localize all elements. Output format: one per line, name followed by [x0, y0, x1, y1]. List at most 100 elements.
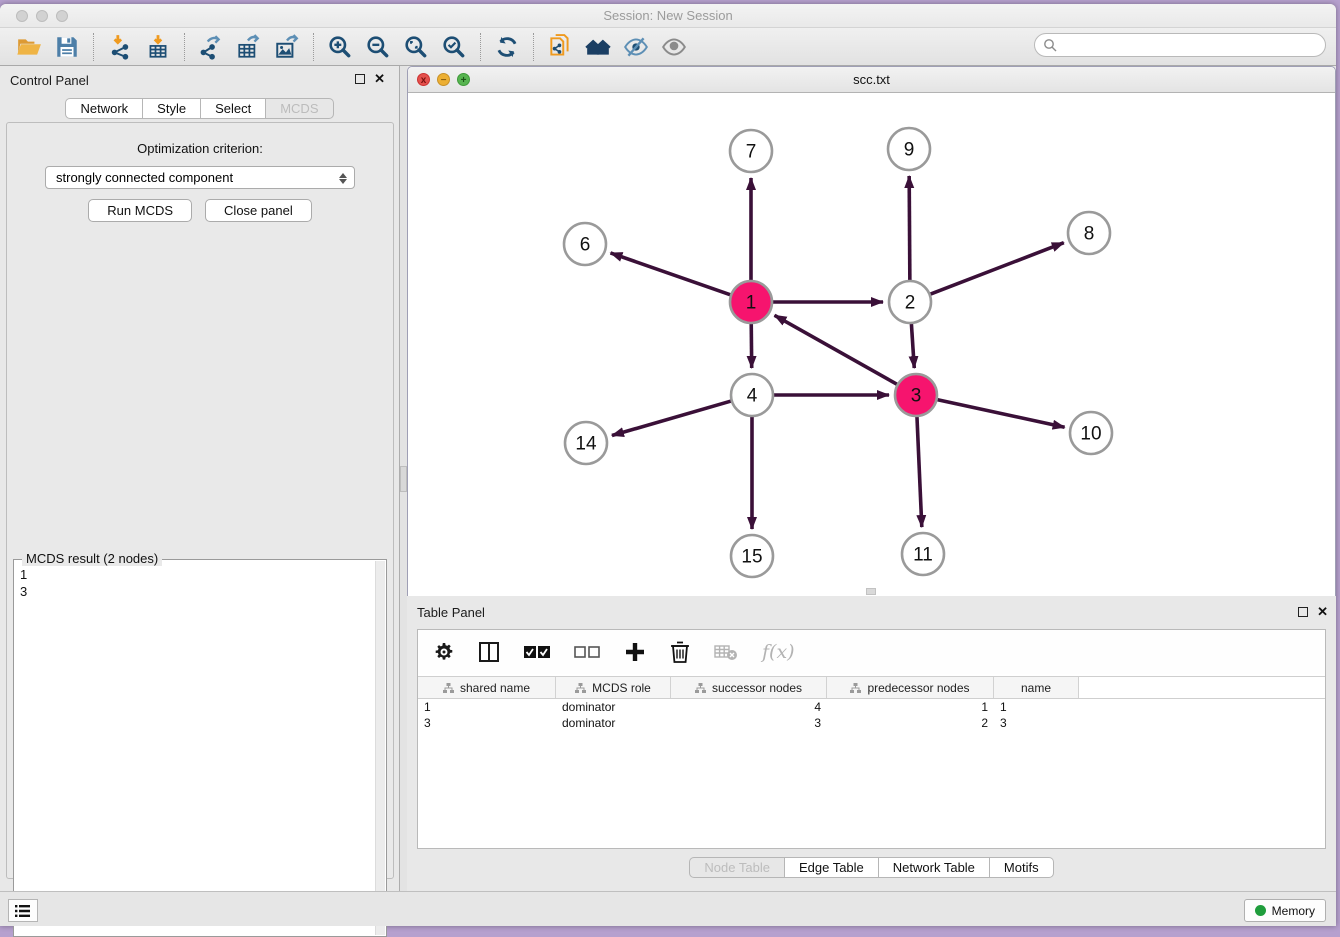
tab-motifs[interactable]: Motifs: [990, 857, 1054, 878]
edge-4-14[interactable]: [612, 401, 732, 436]
node-label-15: 15: [741, 547, 762, 568]
toolbar-separator: [533, 33, 534, 61]
network-window-titlebar[interactable]: x − + scc.txt: [408, 67, 1335, 93]
zoom-out-icon[interactable]: [359, 31, 397, 63]
close-panel-button[interactable]: Close panel: [205, 199, 312, 222]
tab-style[interactable]: Style: [143, 98, 201, 119]
table-toolbar: f(x): [418, 630, 1325, 674]
column-header-MCDS-role[interactable]: MCDS role: [556, 677, 671, 698]
export-network-icon[interactable]: [192, 31, 230, 63]
float-table-panel-icon[interactable]: [1298, 607, 1308, 617]
cell-name[interactable]: 1: [994, 699, 1079, 715]
float-panel-icon[interactable]: [355, 74, 365, 84]
node-label-8: 8: [1084, 224, 1095, 245]
column-header-shared-name[interactable]: shared name: [418, 677, 556, 698]
toolbar-separator: [480, 33, 481, 61]
copy-network-icon[interactable]: [541, 31, 579, 63]
search-box[interactable]: [1034, 33, 1326, 57]
zoom-fit-icon[interactable]: [397, 31, 435, 63]
import-table-icon[interactable]: [139, 31, 177, 63]
edge-2-3[interactable]: [911, 323, 914, 368]
table-row[interactable]: 1dominator411: [418, 699, 1325, 715]
search-input[interactable]: [1057, 38, 1307, 52]
titlebar: Session: New Session: [0, 4, 1336, 28]
hide-eye-icon[interactable]: [617, 31, 655, 63]
column-header-name[interactable]: name: [994, 677, 1079, 698]
cell-MCDS-role[interactable]: dominator: [556, 715, 671, 731]
node-label-14: 14: [575, 434, 597, 455]
edge-3-11[interactable]: [917, 416, 922, 527]
mcds-result-text[interactable]: 1 3: [14, 562, 374, 936]
toolbar-separator: [184, 33, 185, 61]
node-label-4: 4: [747, 386, 758, 407]
run-mcds-button[interactable]: Run MCDS: [88, 199, 192, 222]
node-label-11: 11: [913, 545, 933, 566]
optimization-criterion-label: Optimization criterion:: [7, 141, 393, 156]
cell-predecessor-nodes[interactable]: 2: [827, 715, 994, 731]
network-window-title: scc.txt: [408, 72, 1335, 87]
close-panel-icon[interactable]: ✕: [374, 71, 385, 87]
edge-3-1[interactable]: [775, 315, 898, 384]
edge-3-10[interactable]: [937, 399, 1065, 427]
zoom-selected-icon[interactable]: [435, 31, 473, 63]
main-toolbar: [0, 28, 1336, 66]
close-table-panel-icon[interactable]: ✕: [1317, 604, 1328, 620]
add-column-icon[interactable]: [624, 641, 646, 663]
node-label-7: 7: [746, 142, 757, 163]
node-table-container: f(x) shared nameMCDS rolesuccessor nodes…: [417, 629, 1326, 849]
node-label-6: 6: [580, 235, 591, 256]
show-columns-icon[interactable]: [478, 641, 500, 663]
export-table-icon[interactable]: [230, 31, 268, 63]
search-icon: [1043, 38, 1057, 52]
tab-mcds[interactable]: MCDS: [266, 98, 333, 119]
status-bar: Memory: [0, 891, 1336, 926]
delete-column-icon[interactable]: [670, 641, 690, 663]
show-eye-icon[interactable]: [655, 31, 693, 63]
tab-network-table[interactable]: Network Table: [879, 857, 990, 878]
splitter-grip[interactable]: [400, 466, 407, 492]
column-header-predecessor-nodes[interactable]: predecessor nodes: [827, 677, 994, 698]
cell-name[interactable]: 3: [994, 715, 1079, 731]
save-icon[interactable]: [48, 31, 86, 63]
cell-MCDS-role[interactable]: dominator: [556, 699, 671, 715]
select-all-icon[interactable]: [524, 646, 550, 659]
tab-edge-table[interactable]: Edge Table: [785, 857, 879, 878]
result-scrollbar[interactable]: [375, 561, 385, 935]
edge-2-9[interactable]: [909, 176, 910, 281]
column-header-successor-nodes[interactable]: successor nodes: [671, 677, 827, 698]
node-label-1: 1: [746, 293, 757, 314]
refresh-icon[interactable]: [488, 31, 526, 63]
function-builder-icon: f(x): [762, 641, 795, 663]
cell-predecessor-nodes[interactable]: 1: [827, 699, 994, 715]
zoom-in-icon[interactable]: [321, 31, 359, 63]
table-row[interactable]: 3dominator323: [418, 715, 1325, 731]
cell-successor-nodes[interactable]: 3: [671, 715, 827, 731]
import-network-icon[interactable]: [101, 31, 139, 63]
toolbar-separator: [93, 33, 94, 61]
app-window: Session: New Session: [0, 4, 1336, 926]
node-label-9: 9: [904, 140, 915, 161]
node-label-2: 2: [905, 293, 916, 314]
memory-button[interactable]: Memory: [1244, 899, 1326, 922]
network-scroll-handle[interactable]: [866, 588, 876, 595]
cell-successor-nodes[interactable]: 4: [671, 699, 827, 715]
panel-splitter[interactable]: [400, 66, 407, 895]
control-panel: Control Panel ✕ NetworkStyleSelectMCDS O…: [0, 66, 400, 895]
network-canvas[interactable]: 7968124314101511: [408, 93, 1335, 596]
task-history-button[interactable]: [8, 899, 38, 922]
node-table: shared nameMCDS rolesuccessor nodesprede…: [418, 676, 1325, 731]
cell-shared-name[interactable]: 1: [418, 699, 556, 715]
open-folder-icon[interactable]: [10, 31, 48, 63]
deselect-all-icon[interactable]: [574, 646, 600, 659]
cell-shared-name[interactable]: 3: [418, 715, 556, 731]
tab-network[interactable]: Network: [65, 98, 143, 119]
table-settings-gear-icon[interactable]: [434, 642, 454, 662]
edge-2-8[interactable]: [930, 243, 1064, 295]
edge-1-6[interactable]: [610, 253, 731, 295]
tab-node-table[interactable]: Node Table: [689, 857, 785, 878]
export-image-icon[interactable]: [268, 31, 306, 63]
tab-select[interactable]: Select: [201, 98, 266, 119]
criterion-dropdown-value: strongly connected component: [56, 170, 233, 185]
criterion-dropdown[interactable]: strongly connected component: [45, 166, 355, 189]
home-icon[interactable]: [579, 31, 617, 63]
